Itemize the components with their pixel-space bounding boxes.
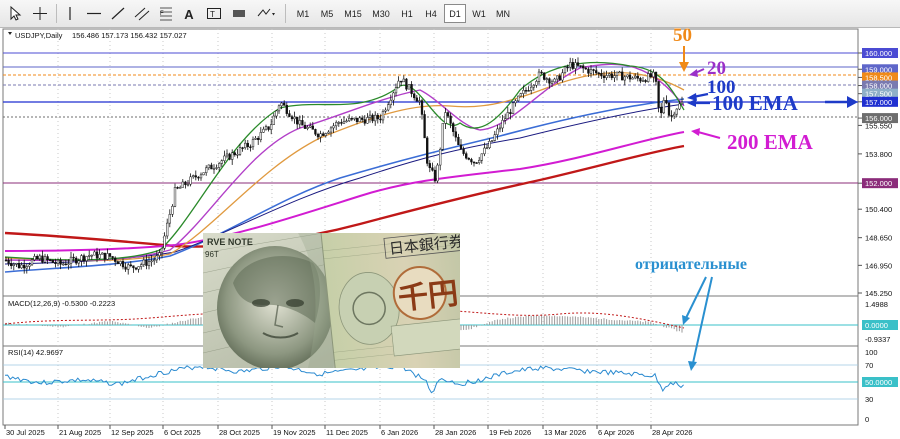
toolbar-separator <box>56 4 57 23</box>
annotation-ema100: 100 EMA <box>712 91 799 115</box>
price-axis-label: 150.400 <box>865 205 892 214</box>
svg-text:F: F <box>160 11 164 17</box>
cursor-tool-icon[interactable] <box>6 4 24 23</box>
time-axis-label: 13 Mar 2026 <box>544 428 586 437</box>
text-tool-icon[interactable]: A <box>180 4 198 23</box>
timeframe-h4[interactable]: H4 <box>420 4 442 23</box>
svg-text:T: T <box>210 10 215 19</box>
horizontal-line-tool-icon[interactable] <box>84 4 104 23</box>
fibonacci-tool-icon[interactable]: F <box>156 4 176 23</box>
yen-kanji-text: 千円 <box>397 277 460 316</box>
price-axis-label: 153.800 <box>865 150 892 159</box>
price-axis-label: 160.000 <box>865 49 892 58</box>
time-axis-label: 28 Jan 2026 <box>435 428 476 437</box>
annotation-ema20: 20 <box>707 58 726 79</box>
time-axis-label: 6 Apr 2026 <box>598 428 634 437</box>
timeframe-d1[interactable]: D1 <box>444 4 466 23</box>
trendline-tool-icon[interactable] <box>108 4 128 23</box>
time-axis: 30 Jul 2025 21 Aug 2025 12 Sep 2025 6 Oct 2… <box>4 425 692 437</box>
chart-header: USDJPY,Daily 156.486 157.173 156.432 157… <box>8 31 187 40</box>
timeframe-w1[interactable]: W1 <box>468 4 490 23</box>
annotation-ema200: 200 EMA <box>727 130 814 154</box>
price-axis-label: 145.250 <box>865 289 892 298</box>
price-axis-label: 152.000 <box>865 179 892 188</box>
banknotes-photo: RVE NOTE 96T 日本銀行券 千円 <box>203 233 460 368</box>
price-axis-label: 146.950 <box>865 261 892 270</box>
annotation-ema50: 50 <box>673 28 692 46</box>
price-axis-label: 157.000 <box>865 98 892 107</box>
rsi-axis-label: 70 <box>865 361 873 370</box>
timeframe-m30[interactable]: M30 <box>368 4 394 23</box>
toolbar: F A T M1 M5 M15 M30 H1 H4 D1 W1 MN <box>0 0 900 28</box>
timeframe-h1[interactable]: H1 <box>396 4 418 23</box>
vertical-line-tool-icon[interactable] <box>61 4 79 23</box>
crosshair-tool-icon[interactable] <box>30 4 50 23</box>
macd-axis-label: 1.4988 <box>865 300 888 309</box>
dollar-serial: 96T <box>205 250 219 259</box>
ohlc-readout: 156.486 157.173 156.432 157.027 <box>72 31 187 40</box>
price-axis: 160.000159.000158.500158.000157.500157.0… <box>858 48 898 424</box>
timeframe-m15[interactable]: M15 <box>340 4 366 23</box>
rsi-axis-label: 0 <box>865 415 869 424</box>
time-axis-label: 28 Oct 2025 <box>219 428 260 437</box>
timeframe-m5[interactable]: M5 <box>316 4 338 23</box>
time-axis-label: 19 Feb 2026 <box>489 428 531 437</box>
rectangle-tool-icon[interactable] <box>229 4 249 23</box>
rsi-axis-label: 50.0000 <box>865 378 892 387</box>
text-label-tool-icon[interactable]: T <box>204 4 224 23</box>
macd-axis-label: 0.0000 <box>865 321 888 330</box>
time-axis-label: 30 Jul 2025 <box>6 428 45 437</box>
macd-label: MACD(12,26,9) -0.5300 -0.2223 <box>8 299 115 308</box>
arrows-tool-icon[interactable] <box>253 4 279 23</box>
macd-axis-label: -0.9337 <box>865 335 890 344</box>
timeframe-mn[interactable]: MN <box>492 4 514 23</box>
time-axis-label: 19 Nov 2025 <box>273 428 316 437</box>
time-axis-label: 11 Dec 2025 <box>326 428 368 437</box>
price-axis-label: 148.650 <box>865 234 892 243</box>
timeframe-m1[interactable]: M1 <box>292 4 314 23</box>
time-axis-label: 6 Jan 2026 <box>381 428 418 437</box>
annotation-negative: отрицательные <box>635 256 747 273</box>
time-axis-label: 6 Oct 2025 <box>164 428 201 437</box>
symbol-label: USDJPY,Daily <box>15 31 63 40</box>
toolbar-separator <box>285 4 286 23</box>
dollar-note-text: RVE NOTE <box>207 237 253 247</box>
rsi-label: RSI(14) 42.9697 <box>8 348 63 357</box>
rsi-axis-label: 30 <box>865 395 873 404</box>
rsi-axis-label: 100 <box>865 348 878 357</box>
time-axis-label: 12 Sep 2025 <box>111 428 154 437</box>
price-axis-label: 155.550 <box>865 121 892 130</box>
channel-tool-icon[interactable] <box>132 4 152 23</box>
time-axis-label: 28 Apr 2026 <box>652 428 692 437</box>
time-axis-label: 21 Aug 2025 <box>59 428 101 437</box>
